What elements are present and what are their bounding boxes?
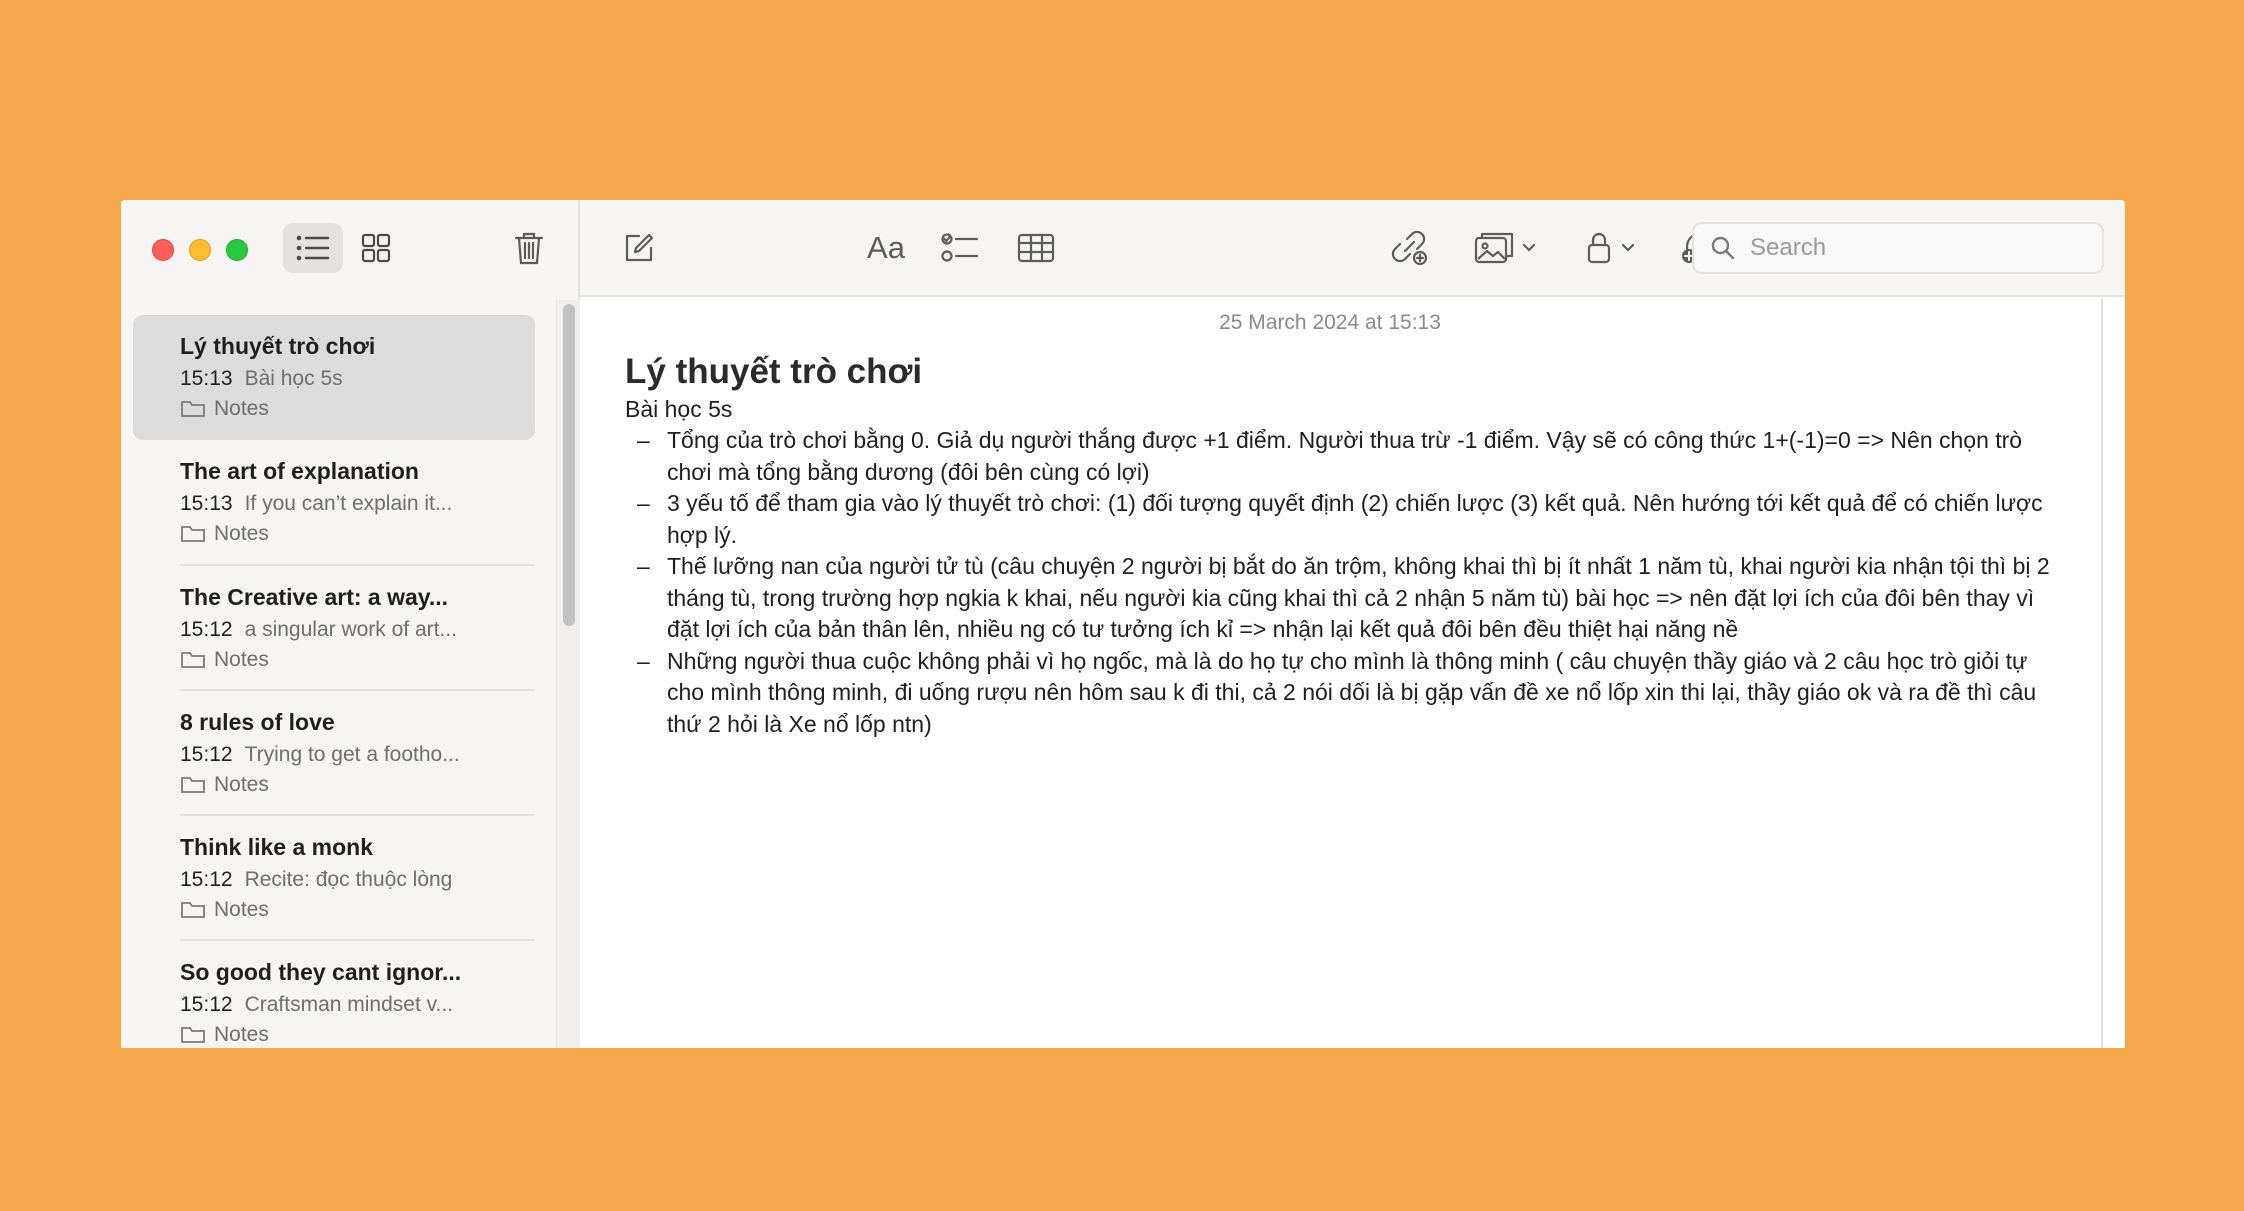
note-time: 15:12 [180,743,233,766]
note-time: 15:12 [180,993,233,1016]
folder-icon [181,526,205,542]
format-label: Aa [867,230,905,265]
note-preview: Bài học 5s [244,367,343,390]
compose-icon [625,233,654,262]
format-button[interactable]: Aa [861,223,911,273]
note-list-item[interactable]: The Creative art: a way... 15:12 a singul… [133,566,535,691]
note-bullet: Những người thua cuộc không phải vì họ n… [625,646,2065,741]
note-preview: Craftsman mindset v... [244,993,454,1016]
compose-button[interactable] [614,223,664,273]
note-list: Lý thuyết trò chơi 15:13 Bài học 5s Notes… [121,310,580,1048]
note-preview: Recite: đọc thuộc lòng [244,868,453,891]
note-time: 15:13 [180,367,233,390]
trash-icon [514,232,544,265]
list-view-button[interactable] [283,223,343,273]
note-title: The art of explanation [180,458,419,484]
collaborate-button[interactable] [1385,223,1435,273]
note-folder-label: Notes [214,898,269,921]
folder-icon [181,902,205,918]
search-icon [1711,236,1735,260]
folder-icon [181,401,205,417]
note-folder-label: Notes [214,397,269,420]
note-bullet: Thế lưỡng nan của người tử tù (câu chuyệ… [625,551,2065,646]
lock-icon [1587,232,1635,264]
editor-scrollbar-track [2101,299,2103,1048]
editor-toolbar: Aa Search [580,200,2125,297]
search-placeholder: Search [1750,234,1827,261]
note-preview: a singular work of art... [244,618,457,641]
note-folder-label: Notes [214,522,269,545]
collaborate-icon [1391,230,1428,266]
folder-icon [181,652,205,668]
sidebar-scrollbar[interactable] [556,300,580,1048]
checklist-button[interactable] [935,223,985,273]
notes-window: Lý thuyết trò chơi 15:13 Bài học 5s Notes… [121,200,2125,1048]
note-preview: Trying to get a footho... [244,743,460,766]
note-time: 15:13 [180,492,233,515]
folder-icon [181,1027,205,1043]
gallery-view-button[interactable] [346,223,406,273]
note-folder-label: Notes [214,648,269,671]
close-button[interactable] [152,239,174,261]
note-bullet: 3 yếu tố để tham gia vào lý thuyết trò c… [625,488,2065,551]
checklist-icon [941,233,979,262]
list-view-icon [296,235,330,261]
note-bullet-list: Tổng của trò chơi bằng 0. Giả dụ người t… [625,425,2065,740]
note-time: 15:12 [180,868,233,891]
note-list-item[interactable]: Lý thuyết trò chơi 15:13 Bài học 5s Notes [133,315,535,440]
sidebar-scrollbar-thumb[interactable] [563,304,575,626]
note-folder-label: Notes [214,773,269,796]
lock-button[interactable] [1582,223,1648,273]
delete-note-button[interactable] [504,223,554,273]
gallery-view-icon [361,233,391,263]
editor: Aa Search 25 March 2024 at 15:13 Lý thuy… [580,200,2125,1048]
note-list-item[interactable]: The art of explanation 15:13 If you can’t… [133,440,535,565]
table-button[interactable] [1011,223,1061,273]
sidebar: Lý thuyết trò chơi 15:13 Bài học 5s Notes… [121,200,580,1048]
media-icon [1474,232,1536,264]
media-button[interactable] [1468,223,1546,273]
note-title: 8 rules of love [180,709,335,735]
note-bullet: Tổng của trò chơi bằng 0. Giả dụ người t… [625,425,2065,488]
note-heading: Lý thuyết trò chơi [625,352,923,391]
note-title: The Creative art: a way... [180,584,449,610]
note-title: Think like a monk [180,834,373,860]
search-field[interactable]: Search [1692,222,2104,274]
note-date: 25 March 2024 at 15:13 [1219,311,1441,334]
table-icon [1017,233,1055,263]
note-list-item[interactable]: So good they cant ignor... 15:12 Craftsma… [133,941,535,1048]
note-content[interactable]: Lý thuyết trò chơi Bài học 5s Tổng của t… [625,350,2065,740]
note-preview: If you can’t explain it... [244,492,453,515]
sidebar-toolbar [121,200,578,297]
zoom-button[interactable] [226,239,248,261]
note-folder-label: Notes [214,1023,269,1046]
note-subheading: Bài học 5s [625,396,733,422]
minimize-button[interactable] [189,239,211,261]
note-title: Lý thuyết trò chơi [180,333,376,359]
note-title: So good they cant ignor... [180,959,462,985]
note-list-item[interactable]: Think like a monk 15:12 Recite: đọc thuộc… [133,816,535,941]
folder-icon [181,777,205,793]
note-time: 15:12 [180,618,233,641]
note-list-item[interactable]: 8 rules of love 15:12 Trying to get a foo… [133,691,535,816]
